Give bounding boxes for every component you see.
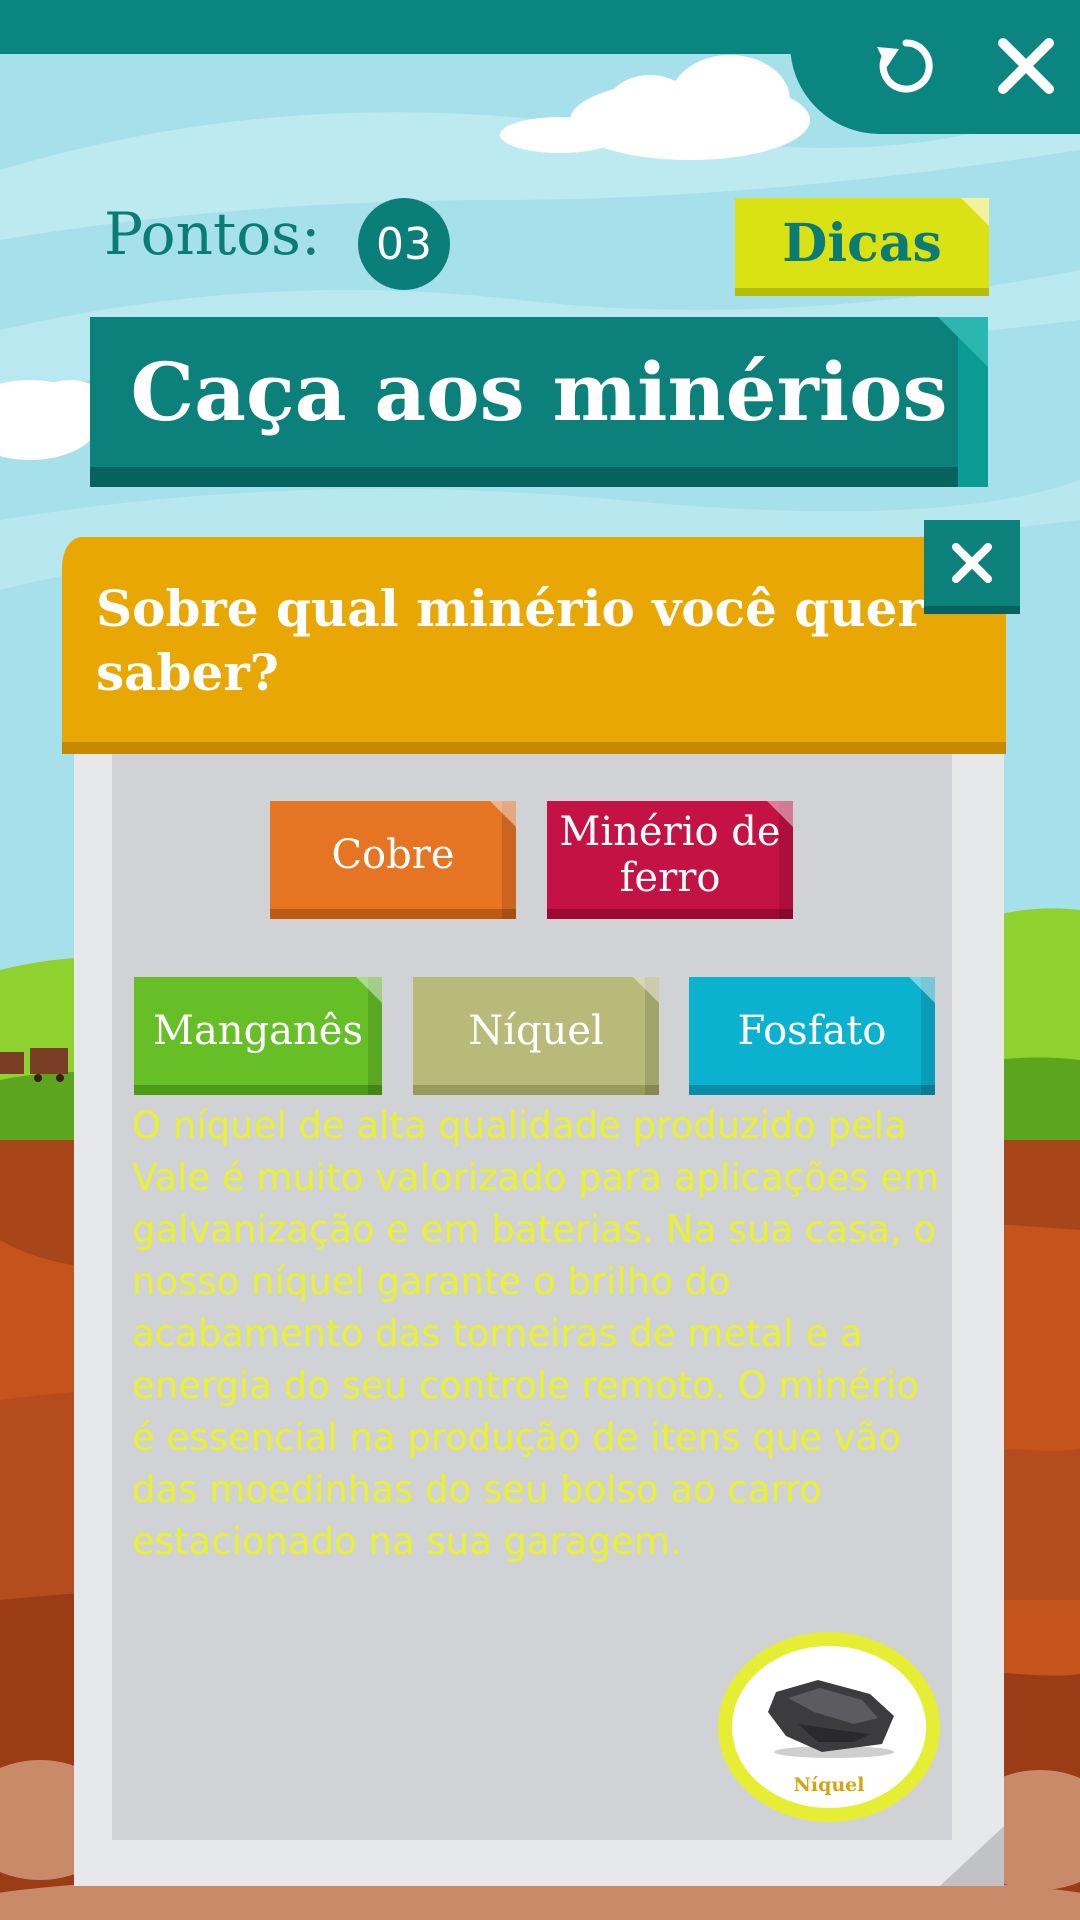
option-minerio-de-ferro-button[interactable]: Minério de ferro <box>547 801 793 919</box>
hints-label: Dicas <box>782 212 942 274</box>
question-text: Sobre qual minério você quer saber? <box>96 579 924 702</box>
corner-fold <box>490 801 516 827</box>
corner-fold <box>767 801 793 827</box>
ore-medal: Níquel <box>718 1632 940 1822</box>
reload-icon <box>877 39 933 93</box>
reload-button[interactable] <box>866 26 946 106</box>
corner-fold <box>961 198 989 226</box>
paper-curl <box>940 1826 1004 1886</box>
title-banner: Caça aos minérios <box>90 317 988 487</box>
medal-label: Níquel <box>793 1774 865 1796</box>
option-label: Níquel <box>468 1008 604 1054</box>
corner-fold <box>356 977 382 1003</box>
close-icon <box>998 38 1054 94</box>
option-fosfato-button[interactable]: Fosfato <box>689 977 935 1095</box>
option-niquel-button[interactable]: Níquel <box>413 977 659 1095</box>
ore-description: O níquel de alta qualidade produzido pel… <box>132 1104 940 1563</box>
option-label: Minério de ferro <box>559 809 781 901</box>
game-title: Caça aos minérios <box>130 345 948 439</box>
option-cobre-button[interactable]: Cobre <box>270 801 516 919</box>
corner-fold <box>633 977 659 1003</box>
close-panel-button[interactable] <box>924 520 1020 606</box>
option-label: Fosfato <box>737 1008 887 1054</box>
question-banner: Sobre qual minério você quer saber? <box>62 537 1006 742</box>
hints-button[interactable]: Dicas <box>735 198 989 288</box>
option-label: Manganês <box>153 1008 363 1054</box>
nickel-ore-icon <box>768 1680 894 1758</box>
close-icon <box>952 543 992 583</box>
corner-fold <box>909 977 935 1003</box>
score-badge: 03 <box>358 198 450 290</box>
close-button[interactable] <box>986 26 1066 106</box>
option-label: Cobre <box>331 832 455 878</box>
score-label: Pontos: <box>104 200 321 268</box>
option-manganes-button[interactable]: Manganês <box>134 977 382 1095</box>
